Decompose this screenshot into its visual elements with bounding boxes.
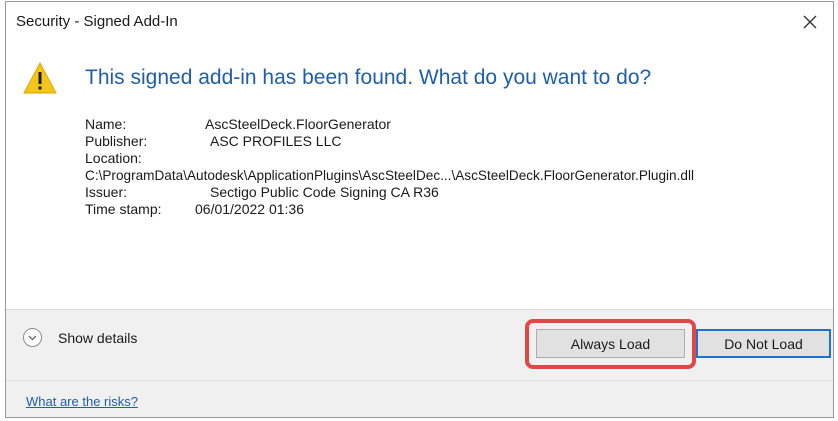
always-load-button[interactable]: Always Load bbox=[536, 329, 685, 358]
timestamp-label: Time stamp: bbox=[85, 201, 162, 217]
chevron-down-icon bbox=[23, 328, 42, 347]
issuer-value: Sectigo Public Code Signing CA R36 bbox=[210, 184, 439, 200]
show-details-toggle[interactable]: Show details bbox=[23, 328, 137, 347]
name-value: AscSteelDeck.FloorGenerator bbox=[205, 116, 391, 132]
title-bar: Security - Signed Add-In bbox=[6, 2, 833, 42]
publisher-value: ASC PROFILES LLC bbox=[210, 133, 342, 149]
publisher-label: Publisher: bbox=[85, 133, 148, 149]
show-details-label: Show details bbox=[58, 329, 138, 346]
what-are-the-risks-link[interactable]: What are the risks? bbox=[26, 394, 138, 409]
security-dialog: Security - Signed Add-In This signed add… bbox=[5, 1, 834, 418]
name-label: Name: bbox=[85, 116, 127, 132]
do-not-load-button[interactable]: Do Not Load bbox=[696, 329, 831, 358]
location-label: Location: bbox=[85, 150, 142, 166]
close-icon bbox=[803, 15, 817, 29]
timestamp-value: 06/01/2022 01:36 bbox=[195, 201, 304, 217]
close-button[interactable] bbox=[787, 2, 833, 42]
warning-icon bbox=[23, 62, 57, 94]
location-value: C:\ProgramData\Autodesk\ApplicationPlugi… bbox=[85, 168, 694, 183]
dialog-footer: Show details Always Load Do Not Load Wha… bbox=[6, 309, 833, 417]
window-title: Security - Signed Add-In bbox=[16, 13, 178, 30]
message-headline: This signed add-in has been found. What … bbox=[85, 66, 652, 89]
issuer-label: Issuer: bbox=[85, 184, 128, 200]
footer-divider bbox=[6, 380, 833, 381]
dialog-content: This signed add-in has been found. What … bbox=[6, 42, 833, 309]
